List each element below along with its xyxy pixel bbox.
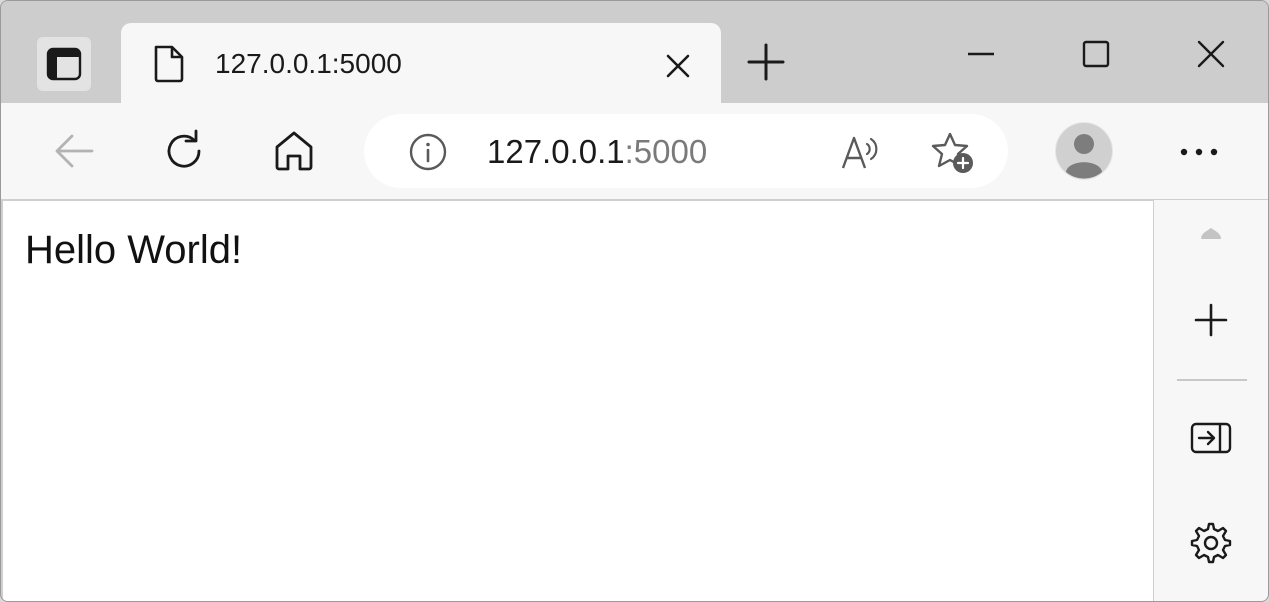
page-content: Hello World! [3, 200, 1154, 601]
url-port: :5000 [624, 133, 708, 170]
browser-window: 127.0.0.1:5000 127.0.0.1:5000 Hello Worl… [0, 0, 1269, 602]
plus-icon [746, 42, 786, 82]
read-aloud-icon[interactable] [840, 132, 884, 172]
sidebar-add-button[interactable] [1187, 296, 1235, 344]
info-icon[interactable] [408, 132, 448, 172]
url-host: 127.0.0.1 [487, 133, 625, 170]
close-icon [666, 54, 690, 78]
refresh-button[interactable] [160, 127, 208, 175]
navigation-toolbar: 127.0.0.1:5000 [1, 103, 1268, 199]
sidebar-divider [1177, 379, 1247, 381]
edge-sidebar [1154, 200, 1268, 601]
minimize-button[interactable] [958, 31, 1004, 77]
tab-strip: 127.0.0.1:5000 [1, 1, 1268, 103]
page-icon [151, 44, 187, 84]
more-icon [1179, 147, 1219, 157]
tab-title: 127.0.0.1:5000 [215, 48, 402, 79]
collapse-up-icon [1197, 226, 1225, 242]
profile-button[interactable] [1055, 122, 1113, 180]
window-close-button[interactable] [1188, 31, 1234, 77]
profile-avatar-icon [1055, 122, 1113, 180]
hide-sidebar-button[interactable] [1187, 414, 1235, 462]
address-url[interactable]: 127.0.0.1:5000 [487, 133, 707, 171]
close-icon [1196, 39, 1226, 69]
maximize-icon [1081, 39, 1111, 69]
back-button[interactable] [50, 127, 98, 175]
minimize-icon [966, 39, 996, 69]
back-arrow-icon [52, 129, 96, 173]
tab-close-button[interactable] [663, 51, 693, 81]
sidebar-collapse-button[interactable] [1187, 210, 1235, 258]
hide-sidebar-icon [1190, 421, 1232, 455]
settings-and-more-button[interactable] [1175, 129, 1223, 175]
refresh-icon [161, 128, 207, 174]
maximize-button[interactable] [1073, 31, 1119, 77]
home-icon [271, 128, 317, 174]
gear-icon [1189, 521, 1233, 565]
tab-actions-button[interactable] [37, 37, 91, 91]
add-favorite-icon[interactable] [930, 130, 976, 176]
tab-actions-icon [46, 46, 82, 82]
tab-active[interactable]: 127.0.0.1:5000 [121, 23, 721, 103]
sidebar-settings-button[interactable] [1187, 519, 1235, 567]
page-text: Hello World! [25, 228, 243, 272]
plus-icon [1193, 302, 1229, 338]
address-bar[interactable]: 127.0.0.1:5000 [364, 114, 1008, 188]
new-tab-button[interactable] [743, 39, 789, 85]
home-button[interactable] [270, 127, 318, 175]
